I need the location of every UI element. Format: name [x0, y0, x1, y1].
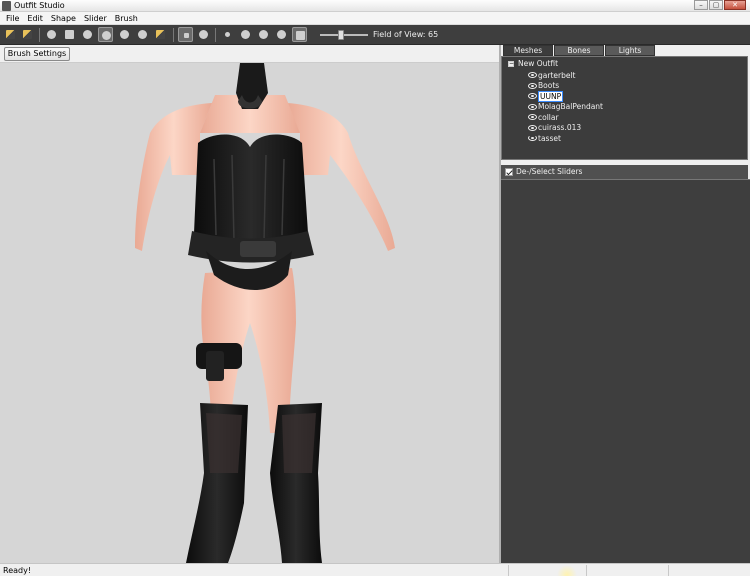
- status-bar: Ready!: [0, 563, 750, 576]
- corset-armor: [194, 134, 308, 245]
- mesh-item[interactable]: tasset: [528, 133, 603, 144]
- window-controls: – ▢ ✕: [694, 0, 746, 10]
- eye-icon[interactable]: [528, 82, 537, 89]
- tab-lights[interactable]: Lights: [605, 45, 655, 56]
- slider-header-label: De-/Select Sliders: [516, 167, 583, 176]
- outfit-name: New Outfit: [518, 59, 559, 68]
- standard-brush-icon[interactable]: [44, 27, 59, 42]
- slider-list: [501, 179, 750, 563]
- mesh-list: garterbelt Boots UUNP MolagBalPendant co…: [528, 70, 603, 144]
- status-separator: [508, 565, 509, 576]
- collapse-icon[interactable]: −: [508, 60, 514, 67]
- move-brush-icon[interactable]: [117, 27, 132, 42]
- fov-label: Field of View: 65: [373, 30, 439, 39]
- minimize-button[interactable]: –: [694, 0, 708, 10]
- perspective-toggle-icon[interactable]: [292, 27, 307, 42]
- mesh-item[interactable]: MolagBalPendant: [528, 102, 603, 113]
- select-sliders-checkbox[interactable]: [505, 168, 513, 176]
- tab-meshes[interactable]: Meshes: [503, 45, 553, 56]
- view-right-icon[interactable]: [256, 27, 271, 42]
- select-tool-icon[interactable]: [3, 27, 18, 42]
- fov-slider-thumb[interactable]: [338, 30, 344, 40]
- eye-icon[interactable]: [528, 135, 537, 142]
- view-back-icon[interactable]: [274, 27, 289, 42]
- model-render[interactable]: [0, 63, 499, 563]
- tree-root-item[interactable]: − New Outfit: [508, 59, 558, 68]
- mesh-tree: − New Outfit garterbelt Boots UUNP Molag…: [501, 56, 748, 160]
- mesh-item[interactable]: Boots: [528, 81, 603, 92]
- right-panel: Meshes Bones Lights − New Outfit garterb…: [501, 45, 750, 563]
- maximize-button[interactable]: ▢: [709, 0, 723, 10]
- eye-icon[interactable]: [528, 114, 537, 121]
- undiff-brush-icon[interactable]: [153, 27, 168, 42]
- toolbar-separator: [173, 28, 174, 42]
- mesh-item[interactable]: cuirass.013: [528, 123, 603, 134]
- window-title: Outfit Studio: [14, 1, 65, 10]
- menu-shape[interactable]: Shape: [47, 12, 80, 24]
- mask-brush-icon[interactable]: [62, 27, 77, 42]
- eye-icon[interactable]: [528, 103, 537, 110]
- menu-bar: File Edit Shape Slider Brush: [0, 12, 750, 25]
- fov-slider-track[interactable]: [320, 34, 368, 36]
- view-front-icon[interactable]: [220, 27, 235, 42]
- boots-armor: [186, 403, 322, 563]
- menu-file[interactable]: File: [2, 12, 23, 24]
- eye-icon[interactable]: [528, 72, 537, 79]
- status-separator: [668, 565, 669, 576]
- transform-tool-icon[interactable]: [20, 27, 35, 42]
- status-separator: [586, 565, 587, 576]
- inflate-brush-icon[interactable]: [80, 27, 95, 42]
- tab-bones[interactable]: Bones: [554, 45, 604, 56]
- view-left-icon[interactable]: [238, 27, 253, 42]
- menu-edit[interactable]: Edit: [23, 12, 47, 24]
- brush-settings-button[interactable]: Brush Settings >>: [4, 47, 70, 70]
- toolbar-separator: [39, 28, 40, 42]
- slider-header: De-/Select Sliders: [501, 165, 748, 179]
- brush-settings-bar: Brush Settings >>: [0, 45, 499, 70]
- eye-icon[interactable]: [528, 124, 537, 131]
- app-icon: [2, 1, 11, 11]
- 3d-viewport[interactable]: [0, 63, 499, 563]
- smooth-brush-icon[interactable]: [135, 27, 150, 42]
- menu-slider[interactable]: Slider: [80, 12, 111, 24]
- toolbar-separator: [215, 28, 216, 42]
- weight-brush-icon[interactable]: [178, 27, 193, 42]
- menu-brush[interactable]: Brush: [111, 12, 142, 24]
- eye-icon[interactable]: [528, 93, 537, 100]
- deflate-brush-icon[interactable]: [98, 27, 113, 42]
- close-button[interactable]: ✕: [724, 0, 746, 10]
- mesh-item[interactable]: collar: [528, 112, 603, 123]
- status-text: Ready!: [3, 566, 32, 575]
- status-indicator: [556, 566, 578, 576]
- mesh-item[interactable]: garterbelt: [528, 70, 603, 81]
- toolbar: Field of View: 65: [0, 25, 750, 45]
- title-bar: Outfit Studio – ▢ ✕: [0, 0, 750, 12]
- mesh-item-selected[interactable]: UUNP: [528, 90, 603, 102]
- panel-tabs: Meshes Bones Lights: [503, 45, 656, 56]
- color-brush-icon[interactable]: [196, 27, 211, 42]
